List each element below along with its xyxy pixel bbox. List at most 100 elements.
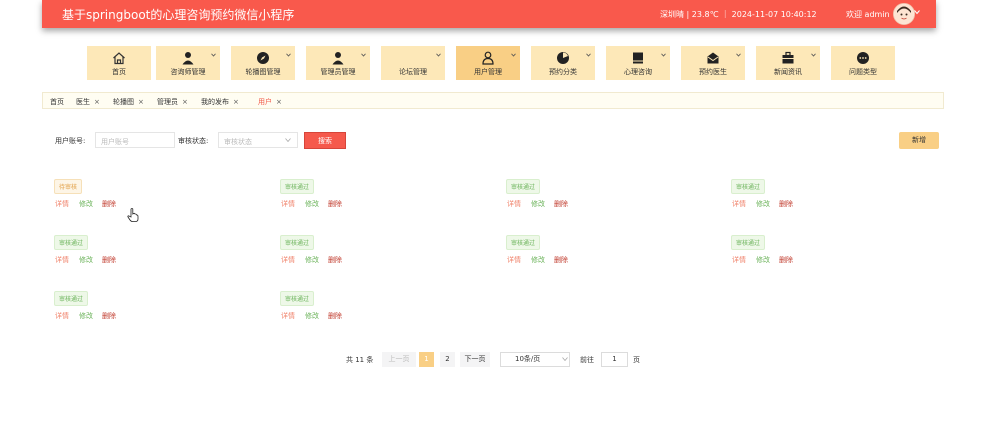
detail-link[interactable]: 详情	[732, 199, 746, 209]
avatar[interactable]	[893, 3, 915, 25]
close-icon[interactable]: ×	[94, 98, 100, 106]
user-icon	[332, 52, 344, 65]
detail-link[interactable]: 详情	[507, 199, 521, 209]
status-badge: 审核通过	[731, 179, 766, 194]
detail-link[interactable]: 详情	[281, 199, 295, 209]
delete-link[interactable]: 删除	[779, 255, 793, 265]
goto-page-input[interactable]: 1	[601, 352, 628, 367]
delete-link[interactable]: 删除	[779, 199, 793, 209]
list-item: 待审核 详情 修改 删除	[54, 179, 174, 215]
delete-link[interactable]: 删除	[554, 255, 568, 265]
nav-item-carousel[interactable]: 轮播图管理	[231, 46, 295, 80]
chevron-down-icon	[361, 53, 366, 57]
edit-link[interactable]: 修改	[305, 255, 319, 265]
person-icon	[482, 51, 494, 65]
edit-link[interactable]: 修改	[756, 199, 770, 209]
user-icon	[182, 52, 194, 65]
app-title: 基于springboot的心理咨询预约微信小程序	[62, 8, 295, 22]
delete-link[interactable]: 删除	[328, 311, 342, 321]
nav-label: 问题类型	[849, 68, 877, 76]
chevron-down-icon	[211, 53, 216, 57]
list-item: 审核通过 详情 修改 删除	[54, 291, 174, 327]
edit-link[interactable]: 修改	[531, 255, 545, 265]
next-page-button[interactable]: 下一页	[460, 352, 490, 367]
page-button[interactable]: 1	[419, 352, 434, 367]
detail-link[interactable]: 详情	[281, 311, 295, 321]
edit-link[interactable]: 修改	[79, 199, 93, 209]
nav-item-question-type[interactable]: 问题类型	[831, 46, 895, 80]
tag-doctor[interactable]: 医生 ×	[76, 97, 100, 107]
edit-link[interactable]: 修改	[79, 311, 93, 321]
detail-link[interactable]: 详情	[55, 311, 69, 321]
edit-link[interactable]: 修改	[79, 255, 93, 265]
home-icon	[113, 52, 125, 65]
chevron-down-icon	[661, 53, 666, 57]
tag-users[interactable]: 用户 ×	[258, 97, 282, 107]
page-size-select[interactable]: 10条/页	[500, 352, 570, 367]
prev-page-button[interactable]: 上一页	[382, 352, 416, 367]
delete-link[interactable]: 删除	[328, 255, 342, 265]
close-icon[interactable]: ×	[276, 98, 282, 106]
nav-label: 预约医生	[699, 68, 727, 76]
chevron-down-icon	[511, 53, 516, 57]
tag-home[interactable]: 首页	[50, 97, 64, 107]
nav-item-news[interactable]: 新闻资讯	[756, 46, 820, 80]
edit-link[interactable]: 修改	[305, 199, 319, 209]
nav-label: 新闻资讯	[774, 68, 802, 76]
detail-link[interactable]: 详情	[507, 255, 521, 265]
nav-item-users[interactable]: 用户管理	[456, 46, 520, 80]
close-icon[interactable]: ×	[138, 98, 144, 106]
page-button[interactable]: 2	[440, 352, 455, 367]
status-badge: 审核通过	[280, 235, 315, 250]
edit-link[interactable]: 修改	[756, 255, 770, 265]
goto-label: 前往	[580, 356, 594, 364]
account-input[interactable]: 用户账号	[95, 132, 175, 148]
search-button[interactable]: 搜索	[304, 132, 346, 149]
nav-item-forum[interactable]: 论坛管理	[381, 46, 445, 80]
nav-label: 管理员管理	[320, 68, 356, 76]
nav-item-home[interactable]: 首页	[87, 46, 151, 80]
delete-link[interactable]: 删除	[102, 255, 116, 265]
nav-label: 用户管理	[474, 68, 502, 76]
detail-link[interactable]: 详情	[55, 255, 69, 265]
chevron-down-icon	[285, 138, 291, 142]
nav-label: 轮播图管理	[245, 68, 281, 76]
detail-link[interactable]: 详情	[281, 255, 295, 265]
chevron-down-icon	[811, 53, 816, 57]
total-count: 共 11 条	[346, 356, 374, 364]
close-icon[interactable]: ×	[182, 98, 188, 106]
status-badge: 审核通过	[280, 179, 315, 194]
tag-carousel[interactable]: 轮播图 ×	[113, 97, 144, 107]
tag-my-posts[interactable]: 我的发布 ×	[201, 97, 239, 107]
tags-bar: 首页 医生 × 轮播图 × 管理员 × 我的发布 × 用户 ×	[42, 92, 944, 109]
status-badge: 审核通过	[506, 179, 541, 194]
status-badge: 审核通过	[54, 291, 89, 306]
hand-cursor-icon	[127, 208, 139, 222]
edit-link[interactable]: 修改	[305, 311, 319, 321]
edit-link[interactable]: 修改	[531, 199, 545, 209]
nav-item-admin[interactable]: 管理员管理	[306, 46, 370, 80]
nav-item-counselor[interactable]: 咨询师管理	[156, 46, 220, 80]
delete-link[interactable]: 删除	[102, 311, 116, 321]
chevron-down-icon	[436, 53, 441, 57]
detail-link[interactable]: 详情	[732, 255, 746, 265]
chevron-down-icon	[286, 53, 291, 57]
chevron-down-icon	[562, 357, 568, 361]
list-item: 审核通过 详情 修改 删除	[506, 179, 626, 215]
nav-item-book-doctor[interactable]: 预约医生	[681, 46, 745, 80]
add-button[interactable]: 新增	[899, 132, 939, 149]
delete-link[interactable]: 删除	[328, 199, 342, 209]
close-icon[interactable]: ×	[233, 98, 239, 106]
chevron-down-icon	[736, 53, 741, 57]
list-item: 审核通过 详情 修改 删除	[731, 179, 851, 215]
delete-link[interactable]: 删除	[102, 199, 116, 209]
delete-link[interactable]: 删除	[554, 199, 568, 209]
chevron-down-icon[interactable]	[914, 9, 920, 15]
pie-icon	[557, 52, 569, 64]
tag-admin[interactable]: 管理员 ×	[157, 97, 188, 107]
detail-link[interactable]: 详情	[55, 199, 69, 209]
nav-item-appointment-category[interactable]: 预约分类	[531, 46, 595, 80]
status-badge: 待审核	[54, 179, 83, 194]
nav-item-consultation[interactable]: 心理咨询	[606, 46, 670, 80]
nav-label: 论坛管理	[399, 68, 427, 76]
